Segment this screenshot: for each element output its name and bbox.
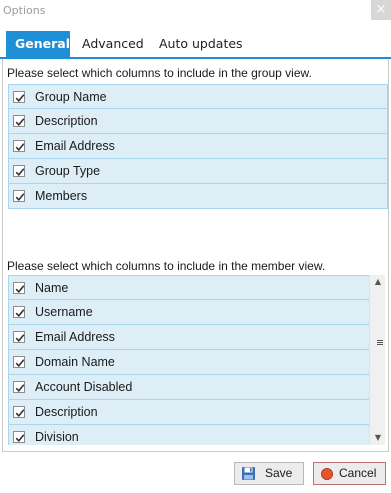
- member-view-scroll-area[interactable]: Name Username Email Address Domain Name Acco…: [8, 275, 388, 445]
- member-column-label: Username: [35, 305, 93, 319]
- group-column-label: Email Address: [35, 139, 115, 153]
- tab-advanced[interactable]: Advanced: [73, 31, 153, 57]
- scroll-grip-icon: [377, 340, 383, 346]
- scroll-down-arrow-icon[interactable]: ▼: [370, 431, 386, 445]
- member-column-row[interactable]: Domain Name: [8, 350, 370, 375]
- member-column-label: Name: [35, 281, 69, 295]
- checkbox[interactable]: [13, 140, 25, 152]
- group-column-label: Description: [35, 114, 98, 128]
- member-column-row[interactable]: Division: [8, 425, 370, 445]
- checkbox[interactable]: [13, 356, 25, 368]
- general-panel: Please select which columns to include i…: [2, 59, 389, 452]
- save-button[interactable]: Save: [234, 462, 304, 485]
- member-column-row[interactable]: Description: [8, 400, 370, 425]
- tab-general[interactable]: General: [6, 31, 70, 57]
- checkbox[interactable]: [13, 282, 25, 294]
- scroll-thumb[interactable]: [372, 291, 384, 431]
- group-column-row[interactable]: Group Name: [8, 84, 388, 109]
- group-column-label: Group Name: [35, 90, 107, 104]
- group-column-row[interactable]: Members: [8, 184, 388, 209]
- cancel-button[interactable]: Cancel: [313, 462, 386, 485]
- checkbox[interactable]: [13, 91, 25, 103]
- title-bar: Options ×: [0, 0, 391, 24]
- group-column-row[interactable]: Email Address: [8, 134, 388, 159]
- save-disk-icon: [241, 466, 256, 481]
- checkbox[interactable]: [13, 406, 25, 418]
- member-column-row[interactable]: Account Disabled: [8, 375, 370, 400]
- scroll-up-arrow-icon[interactable]: ▲: [370, 275, 386, 289]
- member-column-label: Domain Name: [35, 355, 115, 369]
- tab-strip: General Advanced Auto updates: [0, 31, 391, 57]
- tab-auto-updates[interactable]: Auto updates: [150, 31, 252, 57]
- group-column-row[interactable]: Description: [8, 109, 388, 134]
- member-column-row[interactable]: Email Address: [8, 325, 370, 350]
- member-column-label: Account Disabled: [35, 380, 133, 394]
- window-title: Options: [3, 4, 46, 17]
- group-view-prompt: Please select which columns to include i…: [7, 66, 312, 80]
- group-view-column-list: Group Name Description Email Address Group …: [8, 84, 388, 209]
- checkbox[interactable]: [13, 165, 25, 177]
- group-column-label: Group Type: [35, 164, 101, 178]
- member-column-row[interactable]: Name: [8, 275, 370, 300]
- checkbox[interactable]: [13, 115, 25, 127]
- member-column-row[interactable]: Username: [8, 300, 370, 325]
- checkbox[interactable]: [13, 381, 25, 393]
- checkbox[interactable]: [13, 306, 25, 318]
- group-column-label: Members: [35, 189, 88, 203]
- cancel-circle-icon: [321, 468, 333, 480]
- group-column-row[interactable]: Group Type: [8, 159, 388, 184]
- checkbox[interactable]: [13, 431, 25, 443]
- member-column-label: Description: [35, 405, 98, 419]
- member-view-column-list: Name Username Email Address Domain Name Acco…: [8, 275, 370, 445]
- checkbox[interactable]: [13, 190, 25, 202]
- save-button-label: Save: [265, 466, 293, 480]
- member-view-prompt: Please select which columns to include i…: [7, 259, 326, 273]
- cancel-button-label: Cancel: [339, 466, 377, 480]
- checkbox[interactable]: [13, 331, 25, 343]
- member-column-label: Division: [35, 430, 79, 444]
- close-button[interactable]: ×: [371, 0, 391, 20]
- member-column-label: Email Address: [35, 330, 115, 344]
- member-list-scrollbar[interactable]: ▲ ▼: [369, 275, 385, 445]
